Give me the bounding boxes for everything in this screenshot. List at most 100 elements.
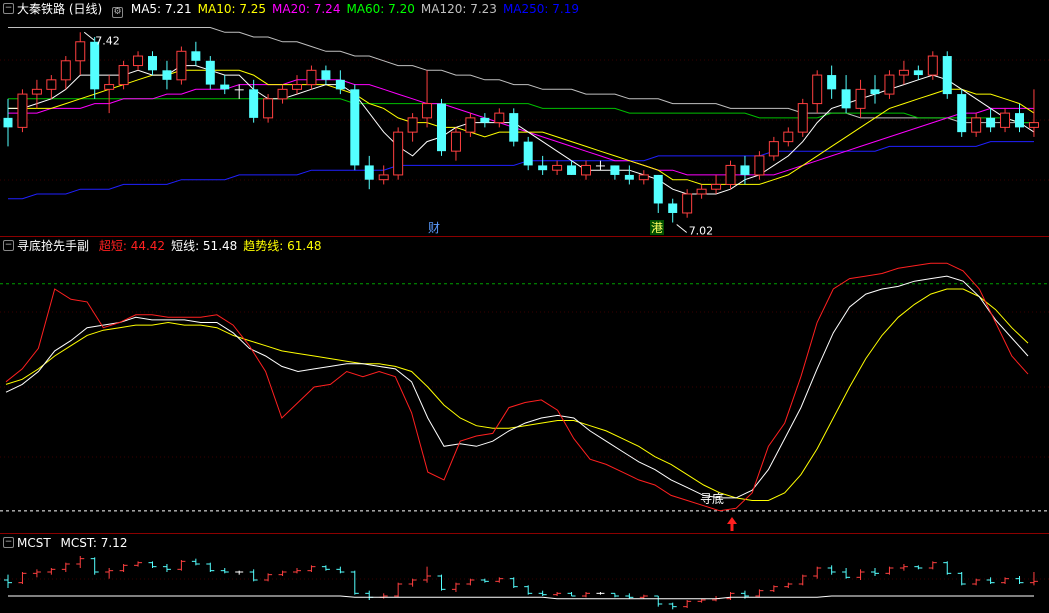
candle-body <box>263 98 274 119</box>
candle <box>148 51 157 76</box>
candle <box>696 184 707 199</box>
candle <box>509 108 519 147</box>
mini-bar <box>76 556 85 568</box>
candle-body <box>797 103 808 133</box>
mini-bar <box>668 602 677 610</box>
mini-bar <box>365 590 374 600</box>
mini-bar <box>986 577 995 584</box>
candle <box>913 65 923 80</box>
mini-bar <box>582 592 590 598</box>
candle-body <box>696 188 707 195</box>
candle <box>176 46 187 85</box>
candle <box>75 32 86 76</box>
mini-bar <box>538 590 547 596</box>
candle-body <box>841 89 851 109</box>
mcst-pane[interactable]: − MCST MCST: 7.12 <box>0 534 1049 613</box>
main-price-pane[interactable]: − 大秦铁路 (日线) ⚙ MA5: 7.21 MA10: 7.25 MA20: 7… <box>0 0 1049 236</box>
indicator-pane[interactable]: − 寻底抢先手副 超短: 44.42 短线: 51.48 趋势线: 61.48 寻底 <box>0 237 1049 533</box>
mini-bar <box>32 569 41 578</box>
mini-bar <box>827 565 836 575</box>
candle-body <box>986 117 996 128</box>
candle-body <box>740 165 750 175</box>
mini-bar <box>191 558 200 566</box>
mini-bar <box>466 578 475 586</box>
mini-bar <box>625 593 634 599</box>
candle-body <box>104 84 115 90</box>
candle <box>638 170 649 185</box>
candle <box>393 127 404 180</box>
candle-body <box>523 141 533 166</box>
candle <box>46 75 57 99</box>
candle <box>3 98 13 147</box>
mini-bar <box>553 592 562 596</box>
mini-bar <box>437 574 446 591</box>
candle <box>350 84 360 171</box>
candle-body <box>1028 122 1039 128</box>
mini-bar <box>1001 577 1010 584</box>
candle-body <box>450 131 461 152</box>
mini-bar <box>350 570 359 595</box>
candle <box>523 136 533 171</box>
candle-body <box>378 174 389 181</box>
buy-arrow-icon <box>727 517 737 531</box>
low-price-label: 7.02 <box>689 224 714 236</box>
candle-body <box>783 131 794 143</box>
candle-body <box>957 94 967 133</box>
candle-body <box>768 141 779 157</box>
candle-body <box>971 117 982 133</box>
mini-bar <box>90 557 99 575</box>
mini-bar <box>307 565 316 572</box>
candle <box>957 89 967 137</box>
candle-body <box>437 103 446 152</box>
candle <box>855 79 866 118</box>
candle <box>306 65 317 90</box>
bottom-signal-label: 寻底 <box>700 491 724 506</box>
candle-body <box>567 165 577 175</box>
mini-bar <box>856 569 865 580</box>
mini-bar <box>697 598 706 603</box>
mini-bar <box>813 566 822 579</box>
candle <box>1000 108 1011 133</box>
mini-bar <box>567 592 576 597</box>
mini-bar <box>784 582 793 588</box>
candle <box>668 198 678 223</box>
mini-bar <box>610 592 619 598</box>
candle <box>407 113 418 142</box>
candle-body <box>60 60 71 81</box>
candle-body <box>638 174 649 181</box>
mcst-chart[interactable] <box>0 534 1049 613</box>
mini-bar <box>524 585 533 595</box>
candle <box>437 98 446 156</box>
finance-badge: 财 <box>428 221 440 235</box>
candle-body <box>148 56 157 71</box>
candle-body <box>306 69 317 86</box>
mini-bar <box>423 566 432 583</box>
candle-body <box>162 70 172 80</box>
low-arrow-icon <box>676 224 688 233</box>
mini-bar <box>61 562 70 572</box>
candle-body <box>538 165 548 171</box>
candle-body <box>75 41 86 62</box>
candle <box>898 60 909 85</box>
mini-bar <box>755 589 764 598</box>
candle <box>60 56 71 90</box>
candle-body <box>855 88 866 109</box>
price-chart[interactable]: 7.42 7.02 财 港 <box>0 0 1049 236</box>
candle <box>118 60 129 90</box>
candle <box>234 84 244 99</box>
mcst-line <box>8 595 1034 600</box>
candle <box>104 75 115 114</box>
candle-body <box>465 117 476 133</box>
mini-bar <box>885 566 894 575</box>
mini-bar <box>871 568 879 576</box>
candle-body <box>913 70 923 76</box>
mini-bar <box>943 561 952 575</box>
mini-bar <box>278 570 287 576</box>
mini-bar <box>379 593 388 599</box>
candle <box>971 113 982 137</box>
indicator-chart[interactable]: 寻底 <box>0 237 1049 533</box>
candle-body <box>176 50 187 81</box>
mini-bar <box>235 570 244 575</box>
candle <box>162 60 172 90</box>
candle-body <box>205 60 215 85</box>
